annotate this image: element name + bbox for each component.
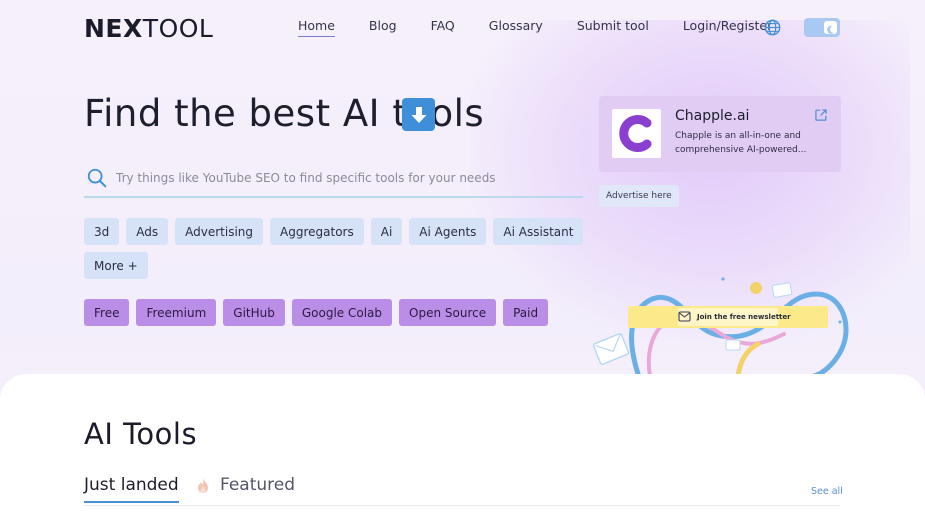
search-bar	[84, 160, 583, 198]
external-link-icon[interactable]	[814, 108, 828, 122]
pricing-chip-open-source[interactable]: Open Source	[399, 299, 497, 326]
see-all-link[interactable]: See all	[811, 486, 843, 497]
category-chip-ai-assistant[interactable]: Ai Assistant	[493, 218, 584, 245]
sponsored-tool-name[interactable]: Chapple.ai	[675, 108, 749, 124]
more-categories: More +	[84, 252, 155, 279]
nav-links: Home Blog FAQ Glossary Submit tool Login…	[298, 18, 806, 37]
section-title: AI Tools	[84, 417, 198, 451]
nav-glossary[interactable]: Glossary	[489, 18, 543, 37]
category-chip-ai-agents[interactable]: Ai Agents	[409, 218, 487, 245]
logo-text-x: X	[123, 13, 143, 43]
nav-login-register[interactable]: Login/Register	[683, 18, 772, 37]
more-categories-button[interactable]: More +	[84, 252, 148, 279]
logo-text-tool: TOOL	[142, 13, 214, 43]
category-chip-3d[interactable]: 3d	[84, 218, 120, 245]
fire-icon	[198, 478, 208, 493]
search-icon[interactable]	[86, 167, 108, 189]
nav-submit-tool[interactable]: Submit tool	[577, 18, 649, 37]
theme-toggle-knob	[824, 21, 837, 34]
nav-home[interactable]: Home	[298, 18, 335, 37]
theme-toggle-icon[interactable]	[804, 18, 840, 37]
sponsored-tool-card[interactable]: Chapple.ai Chapple is an all-in-one and …	[599, 96, 841, 172]
top-navigation: NE X TOOL Home Blog FAQ Glossary Submit to…	[0, 0, 925, 56]
chapple-logo	[612, 109, 661, 158]
pricing-chip-freemium[interactable]: Freemium	[136, 299, 217, 326]
pricing-chip-free[interactable]: Free	[84, 299, 130, 326]
logo-text-ne: NE	[84, 13, 124, 43]
globe-icon[interactable]	[764, 19, 781, 36]
down-arrow-icon	[402, 98, 435, 131]
category-chip-ai[interactable]: Ai	[370, 218, 403, 245]
pricing-chip-github[interactable]: GitHub	[223, 299, 285, 326]
search-input[interactable]	[116, 171, 576, 185]
category-chip-advertising[interactable]: Advertising	[175, 218, 264, 245]
category-chip-ads[interactable]: Ads	[126, 218, 169, 245]
pricing-chip-google-colab[interactable]: Google Colab	[291, 299, 393, 326]
newsletter-label[interactable]: Join the free newsletter	[697, 313, 791, 321]
tabs-divider	[84, 505, 840, 506]
nav-faq[interactable]: FAQ	[431, 18, 455, 37]
category-chips: 3d Ads Advertising Aggregators Ai Ai Age…	[84, 218, 590, 245]
moon-icon	[827, 25, 834, 34]
category-chip-aggregators[interactable]: Aggregators	[270, 218, 364, 245]
tab-featured[interactable]: Featured	[220, 475, 295, 495]
newsletter-illustration[interactable]	[588, 272, 853, 376]
nav-blog[interactable]: Blog	[369, 18, 397, 37]
pricing-chip-paid[interactable]: Paid	[503, 299, 549, 326]
nextool-logo[interactable]: NE X TOOL	[84, 13, 213, 43]
advertise-here-button[interactable]: Advertise here	[599, 185, 679, 207]
sponsored-tool-description: Chapple is an all-in-one and comprehensi…	[675, 131, 807, 155]
tab-just-landed[interactable]: Just landed	[84, 475, 179, 503]
pricing-chips: Free Freemium GitHub Google Colab Open S…	[84, 299, 555, 326]
